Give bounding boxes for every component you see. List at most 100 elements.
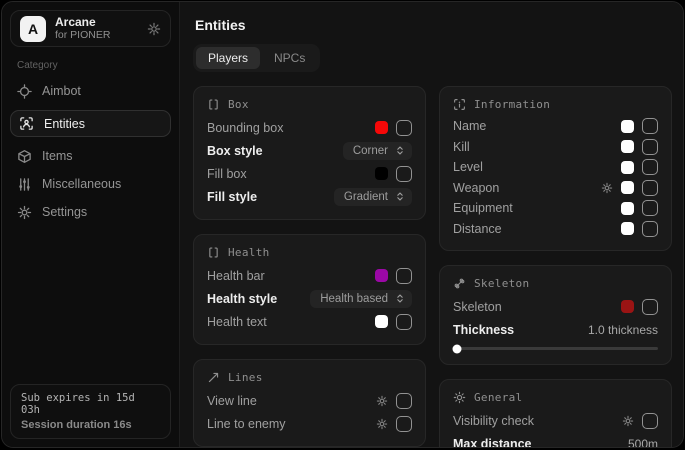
sub-expires-text: Sub expires in 15d 03h xyxy=(21,392,160,416)
fill-style-dropdown[interactable]: Gradient xyxy=(334,188,412,206)
row-visibility-check: Visibility check xyxy=(453,409,658,432)
sidebar-item-aimbot[interactable]: Aimbot xyxy=(2,77,179,105)
row-label: Kill xyxy=(453,140,470,154)
panel-health: Health Health bar Health style Health ba… xyxy=(193,234,426,345)
checkbox[interactable] xyxy=(642,139,658,155)
row-distance: Distance xyxy=(453,219,658,240)
row-label: Health style xyxy=(207,292,277,306)
color-swatch[interactable] xyxy=(621,202,634,215)
row-health-text: Health text xyxy=(207,310,412,333)
sidebar-item-items[interactable]: Items xyxy=(2,142,179,170)
row-weapon: Weapon xyxy=(453,178,658,199)
color-swatch[interactable] xyxy=(375,167,388,180)
panel-general: General Visibility check xyxy=(439,379,672,447)
brand-settings-button[interactable] xyxy=(147,22,161,36)
checkbox[interactable] xyxy=(642,413,658,429)
row-label: Visibility check xyxy=(453,414,534,428)
checkbox[interactable] xyxy=(396,314,412,330)
panel-information: Information Name Kill xyxy=(439,86,672,251)
row-bounding-box: Bounding box xyxy=(207,116,412,139)
main-content: Entities Players NPCs Box Bounding box xyxy=(180,2,683,447)
panel-title: Skeleton xyxy=(474,277,529,290)
thickness-value: 1.0 thickness xyxy=(588,323,658,337)
row-settings-button[interactable] xyxy=(622,415,634,427)
row-thickness: Thickness 1.0 thickness xyxy=(453,318,658,341)
slider-thumb[interactable] xyxy=(453,344,462,353)
row-label: Name xyxy=(453,119,486,133)
sidebar: A Arcane for PIONER Category Aim xyxy=(2,2,180,447)
gear-icon xyxy=(17,205,32,220)
panel-title: Lines xyxy=(228,371,263,384)
panel-title: General xyxy=(474,391,522,404)
panel-title: Information xyxy=(474,98,550,111)
info-scan-icon xyxy=(453,98,466,111)
checkbox[interactable] xyxy=(396,416,412,432)
checkbox[interactable] xyxy=(396,268,412,284)
row-skeleton: Skeleton xyxy=(453,295,658,318)
app-name: Arcane xyxy=(55,16,138,30)
checkbox[interactable] xyxy=(642,200,658,216)
checkbox[interactable] xyxy=(642,221,658,237)
left-column: Box Bounding box Box style Corner xyxy=(193,86,426,447)
entity-scan-icon xyxy=(19,116,34,131)
subscription-status-card: Sub expires in 15d 03h Session duration … xyxy=(10,384,171,439)
row-settings-button[interactable] xyxy=(376,418,388,430)
box-style-dropdown[interactable]: Corner xyxy=(343,142,412,160)
health-style-dropdown[interactable]: Health based xyxy=(310,290,412,308)
color-swatch[interactable] xyxy=(621,300,634,313)
right-column: Information Name Kill xyxy=(439,86,672,447)
sidebar-item-label: Settings xyxy=(42,205,87,219)
checkbox[interactable] xyxy=(642,299,658,315)
row-name: Name xyxy=(453,116,658,137)
checkbox[interactable] xyxy=(642,180,658,196)
row-view-line: View line xyxy=(207,389,412,412)
panel-skeleton-header: Skeleton xyxy=(453,277,658,290)
checkbox[interactable] xyxy=(396,166,412,182)
unfold-icon xyxy=(395,191,405,202)
tab-players[interactable]: Players xyxy=(196,47,260,69)
unfold-icon xyxy=(395,293,405,304)
sidebar-nav: Aimbot Entities Items xyxy=(2,77,179,226)
entity-type-tabs: Players NPCs xyxy=(193,44,320,72)
checkbox[interactable] xyxy=(642,159,658,175)
panel-information-header: Information xyxy=(453,98,658,111)
color-swatch[interactable] xyxy=(621,161,634,174)
dropdown-value: Health based xyxy=(320,293,388,305)
sidebar-item-label: Entities xyxy=(44,117,85,131)
row-label: Equipment xyxy=(453,201,513,215)
row-settings-button[interactable] xyxy=(601,182,613,194)
sidebar-item-entities[interactable]: Entities xyxy=(10,110,171,137)
brackets-icon xyxy=(207,98,220,111)
dropdown-value: Gradient xyxy=(344,191,388,203)
row-label: Distance xyxy=(453,222,502,236)
color-swatch[interactable] xyxy=(375,315,388,328)
row-label: Max distance xyxy=(453,437,532,448)
app-subtitle: for PIONER xyxy=(55,29,138,41)
unfold-icon xyxy=(395,145,405,156)
max-distance-value: 500m xyxy=(628,437,658,448)
session-duration-text: Session duration 16s xyxy=(21,419,160,431)
color-swatch[interactable] xyxy=(621,120,634,133)
checkbox[interactable] xyxy=(396,393,412,409)
color-swatch[interactable] xyxy=(375,269,388,282)
tab-npcs[interactable]: NPCs xyxy=(262,47,317,69)
brackets-icon xyxy=(207,246,220,259)
checkbox[interactable] xyxy=(642,118,658,134)
panel-lines: Lines View line xyxy=(193,359,426,447)
sidebar-item-miscellaneous[interactable]: Miscellaneous xyxy=(2,170,179,198)
sidebar-item-label: Miscellaneous xyxy=(42,177,121,191)
sidebar-item-label: Items xyxy=(42,149,73,163)
color-swatch[interactable] xyxy=(621,181,634,194)
row-label: Level xyxy=(453,160,483,174)
row-label: Thickness xyxy=(453,323,514,337)
sidebar-item-settings[interactable]: Settings xyxy=(2,198,179,226)
color-swatch[interactable] xyxy=(375,121,388,134)
color-swatch[interactable] xyxy=(621,140,634,153)
panel-general-header: General xyxy=(453,391,658,404)
checkbox[interactable] xyxy=(396,120,412,136)
color-swatch[interactable] xyxy=(621,222,634,235)
sun-icon xyxy=(453,391,466,404)
row-settings-button[interactable] xyxy=(376,395,388,407)
row-label: Health bar xyxy=(207,269,265,283)
thickness-slider[interactable] xyxy=(453,344,658,353)
